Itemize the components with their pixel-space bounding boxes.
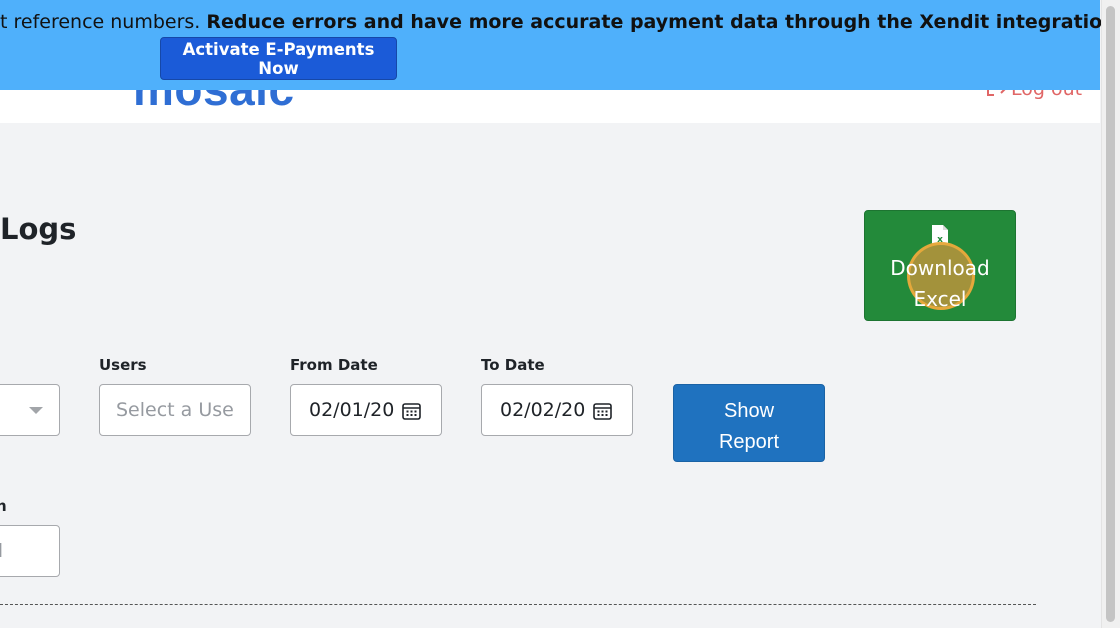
chevron-down-icon — [29, 407, 43, 414]
show-report-line1: Show — [723, 400, 775, 422]
from-date-input[interactable]: 02/01/20 — [290, 384, 442, 436]
from-date-label: From Date — [290, 356, 378, 374]
search-placeholder: d — [0, 540, 3, 562]
download-excel-label: Download Excel — [865, 253, 1015, 315]
download-label-line2: Excel — [913, 287, 967, 311]
scrollbar-thumb[interactable] — [1106, 6, 1115, 622]
users-select[interactable]: Select a Use — [99, 384, 251, 436]
banner-text-bold: Reduce errors and have more accurate pay… — [206, 11, 1120, 33]
promo-banner: t reference numbers. Reduce errors and h… — [0, 0, 1120, 90]
page-title: Logs — [0, 212, 77, 246]
calendar-icon[interactable] — [593, 402, 612, 420]
to-date-value: 02/02/20 — [500, 399, 586, 421]
users-placeholder: Select a Use — [116, 399, 234, 421]
to-date-label: To Date — [481, 356, 545, 374]
users-label: Users — [99, 356, 147, 374]
calendar-icon[interactable] — [402, 402, 421, 420]
show-report-line2: Report — [718, 431, 780, 453]
page-scrollbar[interactable] — [1101, 0, 1120, 628]
banner-message: t reference numbers. Reduce errors and h… — [0, 11, 1120, 33]
activate-epayments-button[interactable]: Activate E-Payments Now — [160, 37, 397, 80]
section-divider — [0, 604, 1036, 605]
download-excel-button[interactable]: x Download Excel — [864, 210, 1016, 321]
from-date-value: 02/01/20 — [309, 399, 395, 421]
search-input[interactable]: d — [0, 525, 60, 577]
show-report-button[interactable]: Show Report — [673, 384, 825, 462]
search-label: n — [0, 497, 7, 515]
to-date-input[interactable]: 02/02/20 — [481, 384, 633, 436]
download-label-line1: Download — [890, 256, 990, 280]
filter-select[interactable] — [0, 384, 60, 436]
banner-text-plain: t reference numbers. — [0, 11, 207, 33]
